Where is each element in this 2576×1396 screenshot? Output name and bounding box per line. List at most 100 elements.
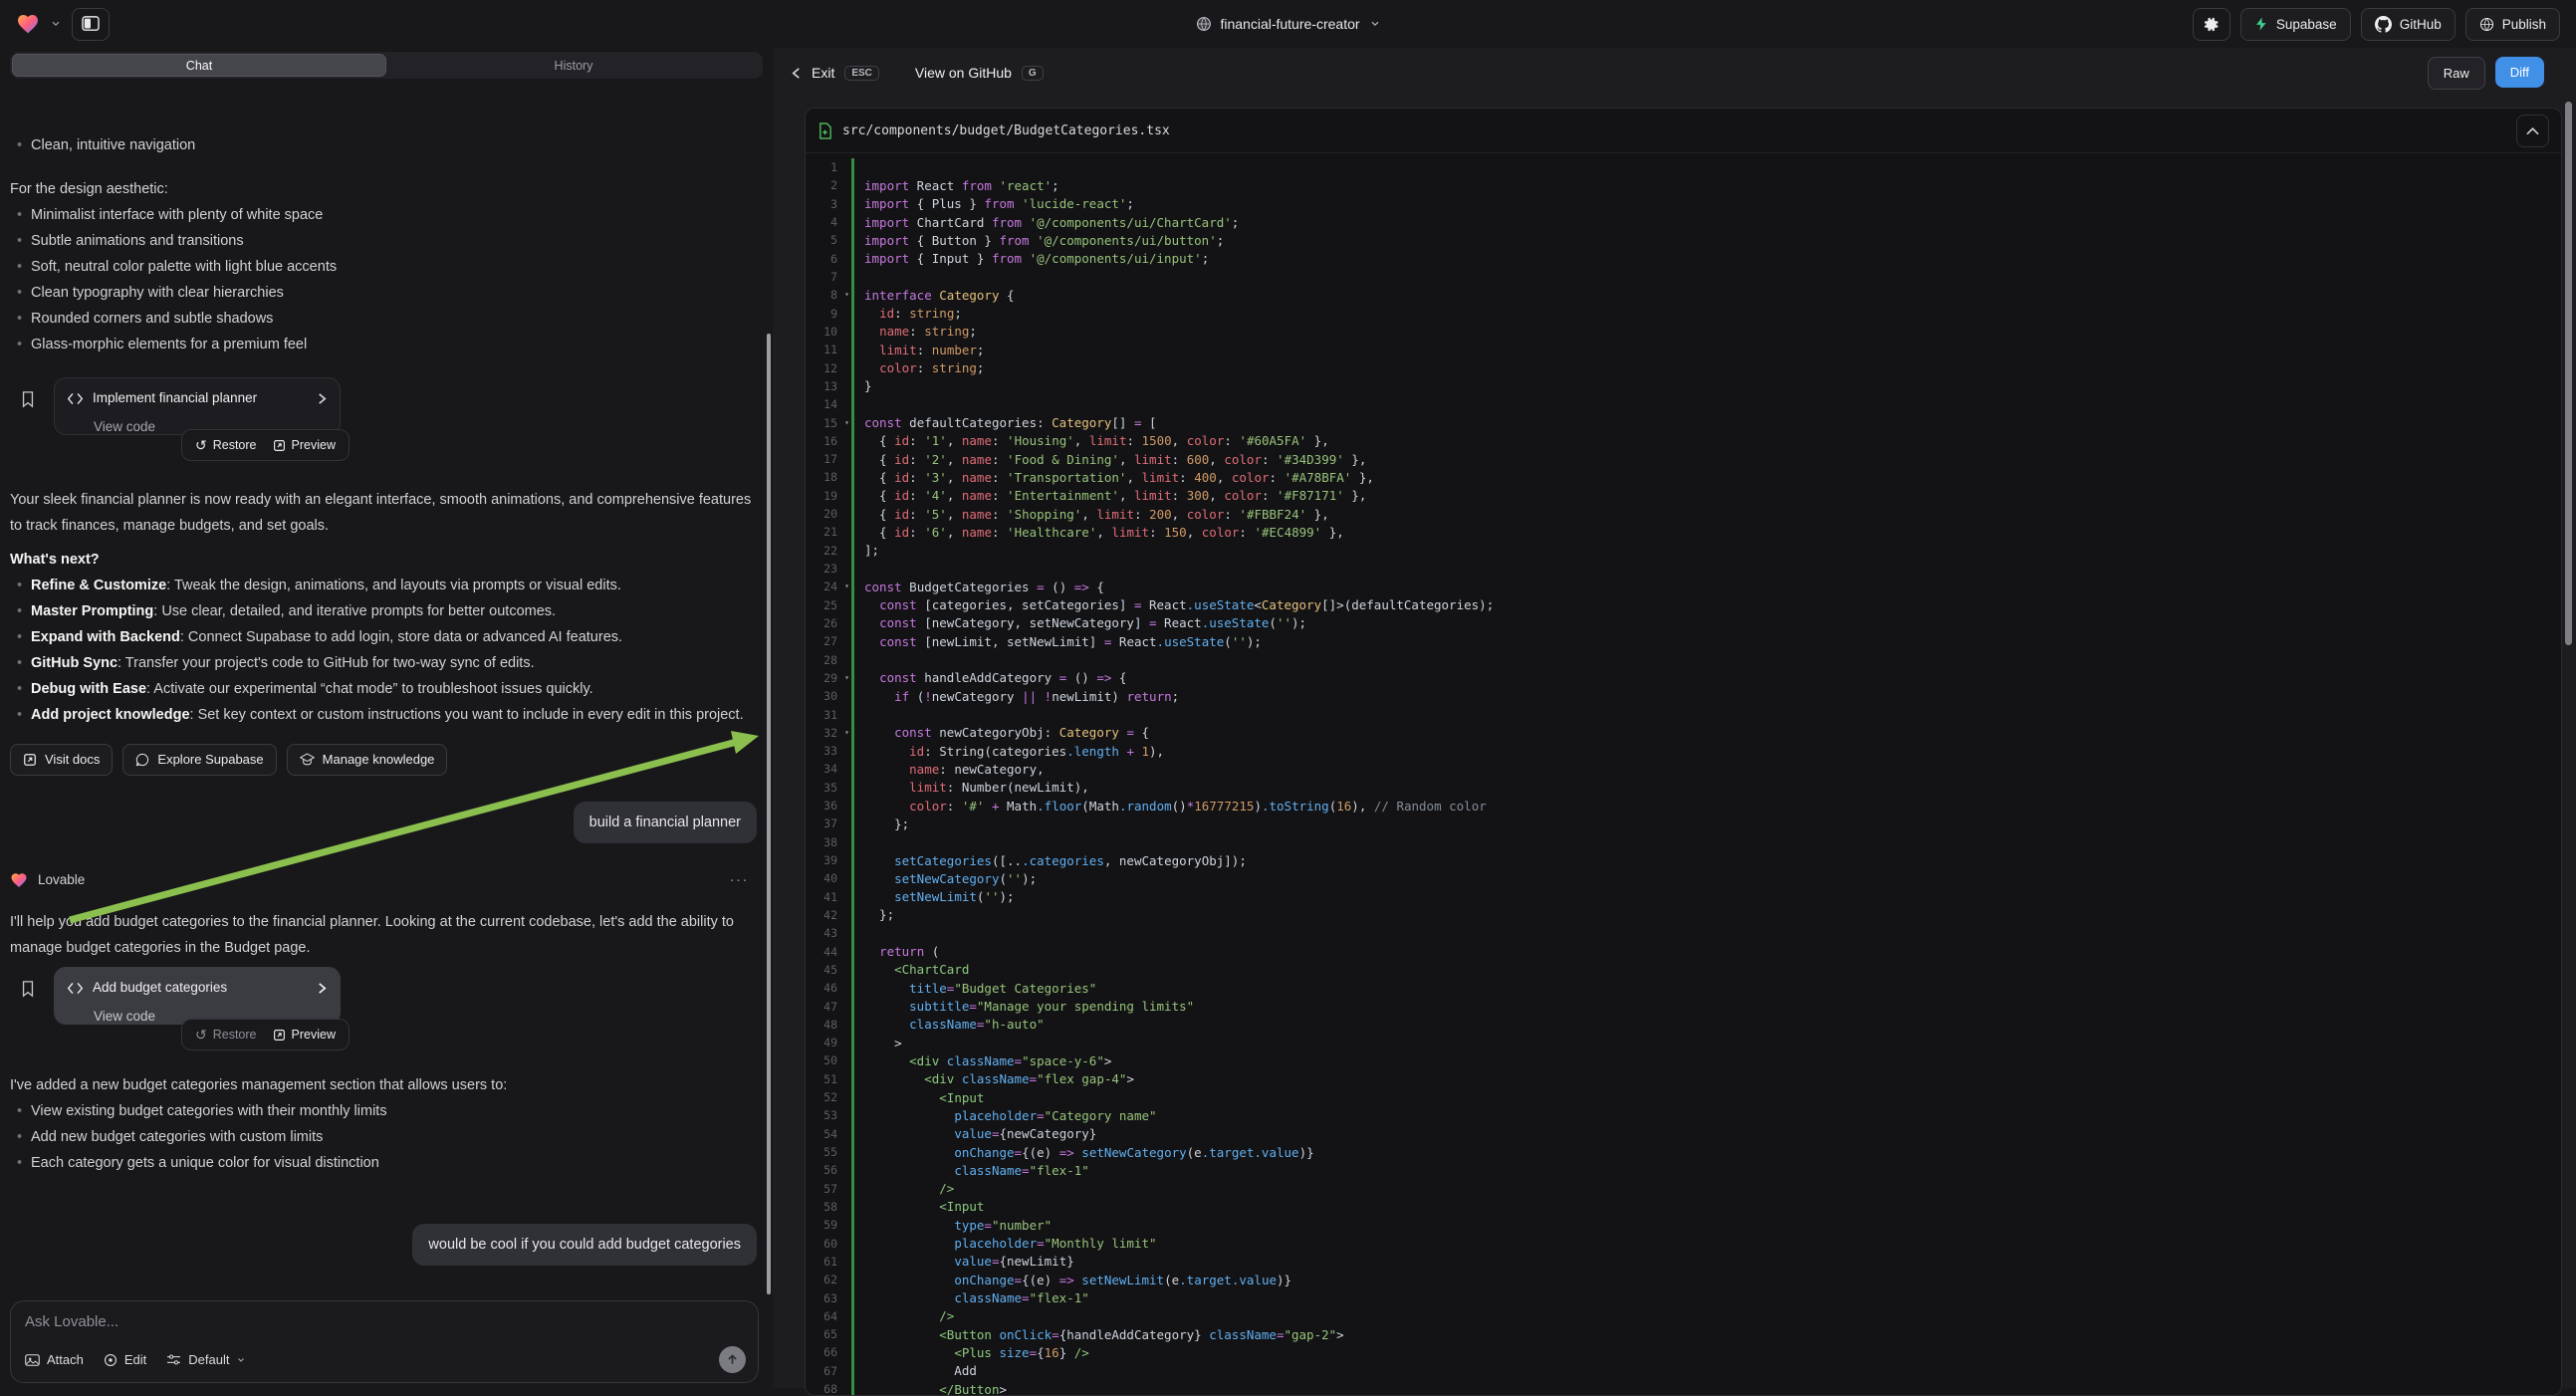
supabase-bolt-icon	[2254, 16, 2268, 32]
code-scrollbar[interactable]	[2565, 102, 2572, 645]
code-line: 19 { id: '4', name: 'Entertainment', lim…	[806, 487, 2561, 505]
edit-button[interactable]: Edit	[104, 1352, 146, 1367]
diff-added-gutter	[851, 1343, 854, 1361]
file-header[interactable]: src/components/budget/BudgetCategories.t…	[806, 109, 2561, 153]
preview-button[interactable]: Preview	[265, 1023, 344, 1047]
line-number: 35	[806, 781, 837, 795]
fold-chevron-icon[interactable]: ▾	[844, 418, 849, 427]
line-number: 55	[806, 1145, 837, 1159]
diff-added-gutter	[851, 596, 854, 614]
tab-chat[interactable]: Chat	[12, 54, 386, 77]
exit-button[interactable]: Exit	[812, 65, 834, 81]
code-line: 52 <Input	[806, 1088, 2561, 1106]
explore-supabase-button[interactable]: Explore Supabase	[122, 744, 276, 776]
line-number: 6	[806, 252, 837, 266]
version-card-add-budget-categories[interactable]: Add budget categories View code	[54, 967, 341, 1025]
toggle-sidebar-button[interactable]	[72, 8, 110, 41]
github-button[interactable]: GitHub	[2361, 8, 2456, 41]
chat-scrollbar[interactable]	[767, 334, 771, 1294]
diff-added-gutter	[851, 1234, 854, 1252]
code-line: 55 onChange={(e) => setNewCategory(e.tar…	[806, 1143, 2561, 1161]
code-line: 47 subtitle="Manage your spending limits…	[806, 997, 2561, 1015]
message-menu-button[interactable]: ···	[730, 867, 750, 893]
diff-button[interactable]: Diff	[2495, 57, 2544, 88]
chat-composer[interactable]: Ask Lovable... Attach Edit Default	[10, 1300, 759, 1383]
line-number: 29▾	[806, 671, 837, 685]
code-line: 45 <ChartCard	[806, 961, 2561, 979]
preview-button[interactable]: Preview	[265, 433, 344, 457]
diff-added-gutter	[851, 906, 854, 924]
lovable-logo-icon[interactable]	[16, 12, 40, 36]
file-path: src/components/budget/BudgetCategories.t…	[842, 123, 1170, 138]
code-line: 37 };	[806, 814, 2561, 832]
code-line: 4import ChartCard from '@/components/ui/…	[806, 213, 2561, 231]
chevron-left-icon[interactable]	[791, 67, 802, 80]
line-number: 12	[806, 361, 837, 375]
bookmark-icon[interactable]	[20, 390, 36, 408]
diff-added-gutter	[851, 286, 854, 304]
code-text: />	[854, 1308, 954, 1323]
assistant-paragraph: I'll help you add budget categories to t…	[10, 909, 757, 961]
line-number: 33	[806, 744, 837, 758]
manage-knowledge-button[interactable]: Manage knowledge	[287, 744, 448, 776]
diff-added-gutter	[851, 1088, 854, 1106]
fold-chevron-icon[interactable]: ▾	[844, 728, 849, 737]
version-card-implement-financial-planner[interactable]: Implement financial planner View code	[54, 377, 341, 435]
project-switcher[interactable]: financial-future-creator	[1195, 0, 1380, 48]
assistant-paragraph: Your sleek financial planner is now read…	[10, 487, 757, 539]
collapse-file-button[interactable]	[2516, 115, 2549, 147]
list-item: Clean typography with clear hierarchies	[10, 280, 757, 306]
attach-button[interactable]: Attach	[25, 1352, 84, 1367]
code-line: 57 />	[806, 1180, 2561, 1198]
raw-button[interactable]: Raw	[2428, 57, 2485, 90]
code-line: 7	[806, 268, 2561, 286]
line-number: 9	[806, 307, 837, 321]
external-link-icon	[273, 1029, 286, 1042]
diff-added-gutter	[851, 687, 854, 705]
code-text: placeholder="Category name"	[854, 1108, 1157, 1123]
restore-button[interactable]: ↺ Restore	[187, 1023, 265, 1047]
publish-button[interactable]: Publish	[2465, 8, 2560, 41]
code-line: 39 setCategories([...categories, newCate…	[806, 851, 2561, 869]
code-line: 66 <Plus size={16} />	[806, 1343, 2561, 1361]
send-button[interactable]	[719, 1346, 746, 1373]
version-actions: ↺ Restore Preview	[181, 1019, 350, 1050]
diff-added-gutter	[851, 1198, 854, 1216]
code-line: 26 const [newCategory, setNewCategory] =…	[806, 614, 2561, 632]
line-number: 63	[806, 1291, 837, 1305]
fold-chevron-icon[interactable]: ▾	[844, 582, 849, 590]
fold-chevron-icon[interactable]: ▾	[844, 673, 849, 682]
mode-selector[interactable]: Default	[166, 1352, 246, 1367]
chevron-down-icon	[1369, 18, 1381, 30]
diff-added-gutter	[851, 742, 854, 760]
restore-button[interactable]: ↺ Restore	[187, 433, 265, 457]
settings-button[interactable]	[2193, 8, 2230, 41]
added-file-icon	[818, 122, 832, 139]
chat-messages: Clean, intuitive navigation For the desi…	[0, 126, 767, 1300]
diff-added-gutter	[851, 961, 854, 979]
composer-input[interactable]: Ask Lovable...	[25, 1313, 744, 1330]
code-line: 11 limit: number;	[806, 341, 2561, 358]
diff-added-gutter	[851, 413, 854, 431]
view-on-github-button[interactable]: View on GitHub	[915, 65, 1012, 81]
chat-bubble-icon	[135, 753, 149, 767]
line-number: 5	[806, 233, 837, 247]
code-text: setCategories([...categories, newCategor…	[854, 853, 1247, 868]
visit-docs-button[interactable]: Visit docs	[10, 744, 113, 776]
code-text: import { Button } from '@/components/ui/…	[854, 233, 1224, 248]
chevron-down-icon[interactable]	[50, 18, 62, 30]
code-text: </Button>	[854, 1382, 1007, 1396]
line-number: 64	[806, 1309, 837, 1323]
diff-added-gutter	[851, 1253, 854, 1271]
diff-added-gutter	[851, 468, 854, 486]
code-text: const newCategoryObj: Category = {	[854, 725, 1149, 740]
supabase-button[interactable]: Supabase	[2240, 8, 2351, 41]
fold-chevron-icon[interactable]: ▾	[844, 290, 849, 299]
diff-added-gutter	[851, 669, 854, 687]
bookmark-icon[interactable]	[20, 980, 36, 998]
assistant-header: Lovable ···	[10, 867, 757, 893]
design-heading: For the design aesthetic:	[10, 176, 757, 202]
line-number: 38	[806, 835, 837, 849]
tab-history[interactable]: History	[386, 54, 761, 77]
code-text: >	[854, 1036, 902, 1050]
